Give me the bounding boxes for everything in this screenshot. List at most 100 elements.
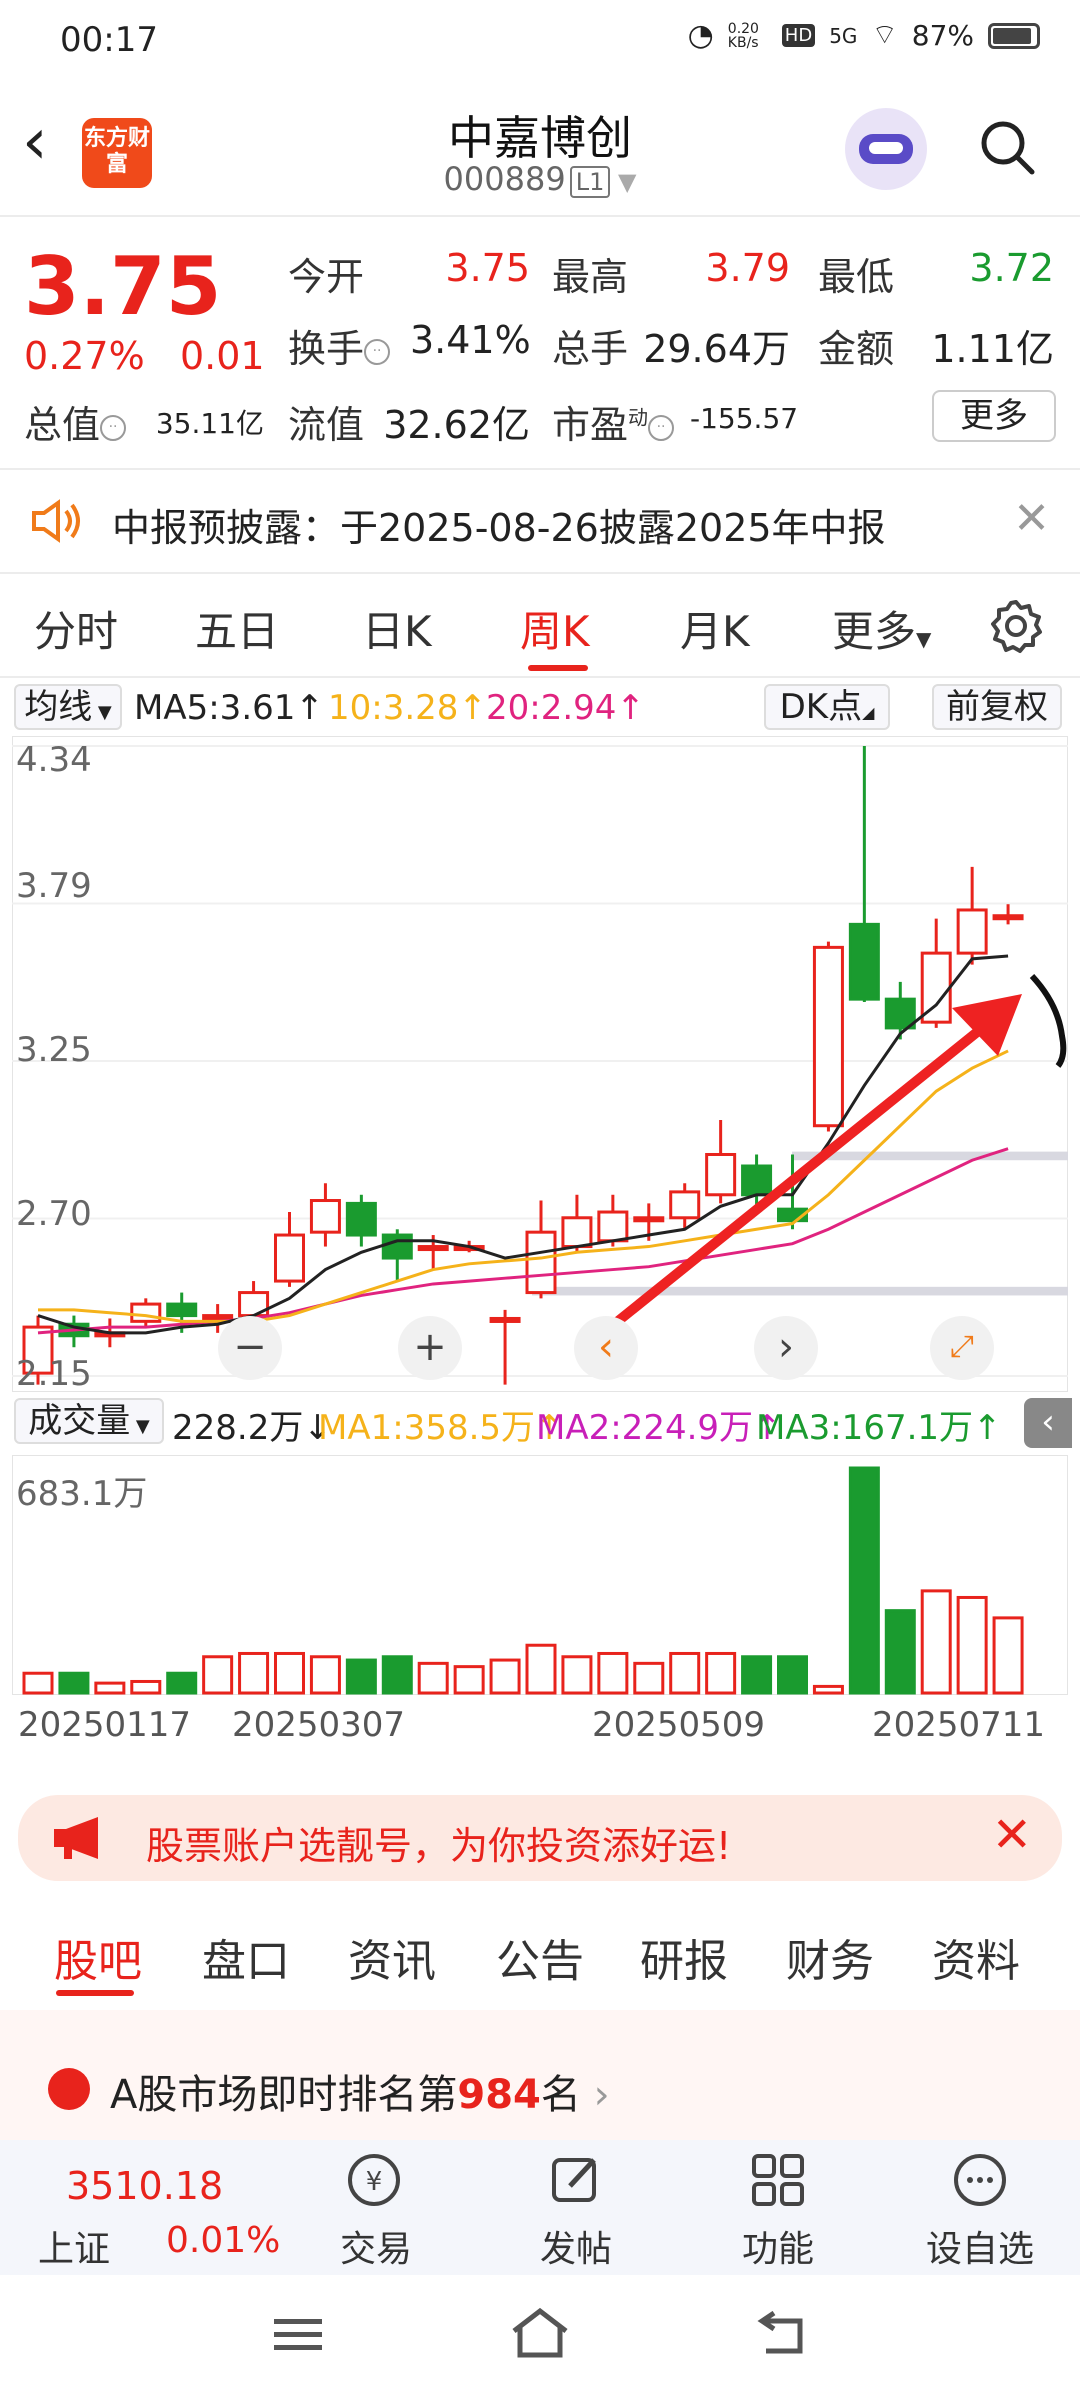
tab-intraday[interactable]: 分时 (34, 598, 118, 659)
function-grid-icon[interactable] (748, 2150, 808, 2210)
candle-body (525, 1230, 557, 1295)
volume-bar (705, 1651, 737, 1695)
candle-body (992, 914, 1024, 921)
tab-finance[interactable]: 财务 (786, 1925, 874, 1989)
watchlist-more-icon[interactable] (950, 2150, 1010, 2210)
tab-profile[interactable]: 资料 (932, 1925, 1020, 1989)
volume-chart[interactable] (12, 1455, 1068, 1695)
tab-daily-k[interactable]: 日K (362, 598, 432, 659)
fullscreen-icon[interactable]: ⤢ (930, 1316, 994, 1380)
volume-bar (848, 1466, 880, 1695)
divider (0, 676, 1080, 678)
info-icon[interactable]: ·· (364, 338, 391, 365)
vol-ma1: MA1:358.5万↑ (318, 1408, 564, 1448)
dk-point-button[interactable]: DK点◢ (764, 684, 890, 730)
speed-icon: ◔ (687, 18, 714, 53)
tab-research[interactable]: 研报 (640, 1925, 728, 1989)
zoom-in-button[interactable]: + (398, 1316, 462, 1380)
caret-down-icon: ▼ (130, 1416, 150, 1437)
battery-pct: 87% (911, 19, 974, 52)
nav-function-label[interactable]: 功能 (742, 2220, 814, 2272)
tab-orderbook[interactable]: 盘口 (202, 1925, 290, 1989)
mktcap-label: 总值 ·· (24, 394, 127, 449)
change-value: 0.01 (180, 334, 265, 378)
float-label: 流值 (288, 403, 365, 447)
info-icon[interactable]: ·· (648, 414, 675, 441)
candle-body (561, 1216, 593, 1249)
tab-more[interactable]: 更多▼ (832, 598, 931, 659)
tab-news[interactable]: 资讯 (348, 1925, 436, 1989)
turnover-label: 换手 ·· (288, 318, 391, 373)
tab-announcements[interactable]: 公告 (496, 1925, 584, 1989)
tab-monthly-k[interactable]: 月K (680, 598, 750, 659)
search-icon[interactable] (978, 118, 1036, 176)
battery-icon (988, 22, 1040, 49)
trade-yen-icon[interactable]: ¥ (344, 2150, 404, 2210)
zoom-out-button[interactable]: − (218, 1316, 282, 1380)
back-icon[interactable] (752, 2311, 808, 2357)
pan-right-button[interactable]: › (754, 1316, 818, 1380)
adjust-button[interactable]: 前复权 (932, 684, 1062, 730)
close-icon[interactable]: ✕ (1013, 493, 1050, 544)
promo-banner[interactable]: 股票账户选靓号，为你投资添好运! ✕ (18, 1795, 1062, 1881)
dropdown-icon: ▼ (610, 168, 637, 196)
candle-body (848, 922, 880, 1001)
status-bar: 00:17 ◔ 0.20 KB/s HD 5G ⌔ 87% (0, 0, 1080, 80)
ma-selector[interactable]: 均线 ▼ (14, 684, 122, 730)
volume-bar (525, 1643, 557, 1695)
index-value[interactable]: 3510.18 (66, 2164, 223, 2208)
more-button[interactable]: 更多 (932, 390, 1056, 442)
divider (0, 215, 1080, 217)
tab-5day[interactable]: 五日 (195, 598, 279, 659)
level-tag: L1 (569, 166, 611, 198)
wifi-icon: ⌔ (871, 18, 898, 51)
pan-left-button[interactable]: ‹ (574, 1316, 638, 1380)
info-icon[interactable]: ·· (100, 414, 127, 441)
stock-header: ‹ 东方财富 中嘉博创 000889 L1 ▼ (0, 90, 1080, 215)
volume-bar (274, 1651, 305, 1695)
candle-body (669, 1190, 701, 1220)
ma5-value: MA5:3.61↑ (134, 688, 324, 728)
date-label: 20250117 (18, 1705, 192, 1745)
nav-trade-label[interactable]: 交易 (340, 2220, 412, 2272)
y-tick: 4.34 (16, 740, 92, 780)
date-label: 20250307 (232, 1705, 406, 1745)
market-rank-row[interactable]: A股市场即时排名第984名 › (0, 2010, 1080, 2140)
vol-ma2: MA2:224.9万↑ (536, 1408, 782, 1448)
volume-selector[interactable]: 成交量 ▼ (14, 1398, 164, 1444)
candle-body (741, 1164, 773, 1197)
stock-code: 000889 (443, 160, 566, 198)
assistant-avatar[interactable] (845, 108, 927, 190)
vol-ma3: MA3:167.1万↑ (756, 1408, 1002, 1448)
tab-forum[interactable]: 股吧 (54, 1925, 142, 1989)
volume-bar (956, 1595, 988, 1695)
amount-label: 金额 (818, 327, 895, 371)
tab-weekly-k[interactable]: 周K (520, 598, 590, 659)
pe-label: 市盈动 ·· (552, 394, 675, 449)
nav-watchlist-label[interactable]: 设自选 (926, 2220, 1034, 2272)
svg-text:¥: ¥ (366, 2167, 383, 2197)
volume-bar (812, 1684, 844, 1695)
post-edit-icon[interactable] (546, 2150, 606, 2210)
menu-icon[interactable] (272, 2315, 324, 2355)
settings-gear-icon[interactable] (988, 598, 1044, 654)
candle-body (202, 1314, 234, 1321)
home-icon[interactable] (508, 2307, 572, 2359)
candlestick-chart[interactable] (12, 736, 1068, 1392)
y-tick: 2.70 (16, 1194, 92, 1234)
rank-chart-icon (48, 2068, 90, 2110)
open-value: 3.75 (445, 246, 530, 290)
close-icon[interactable]: ✕ (992, 1807, 1032, 1863)
volume-bar (417, 1661, 449, 1695)
collapse-panel-button[interactable]: ‹ (1024, 1398, 1072, 1448)
bottom-nav: 3510.18 上证 0.01% ¥ 交易 发帖 功能 设自选 (0, 2140, 1080, 2275)
candle-body (597, 1210, 629, 1243)
index-change[interactable]: 0.01% (166, 2220, 280, 2261)
notice-bar[interactable]: 中报预披露：于2025-08-26披露2025年中报 ✕ (0, 475, 1080, 567)
candle-body (309, 1199, 341, 1234)
promo-text: 股票账户选靓号，为你投资添好运! (146, 1824, 732, 1868)
volume-bar (561, 1655, 593, 1695)
system-nav-bar (0, 2275, 1080, 2400)
nav-post-label[interactable]: 发帖 (540, 2220, 612, 2272)
index-name[interactable]: 上证 (38, 2220, 110, 2272)
